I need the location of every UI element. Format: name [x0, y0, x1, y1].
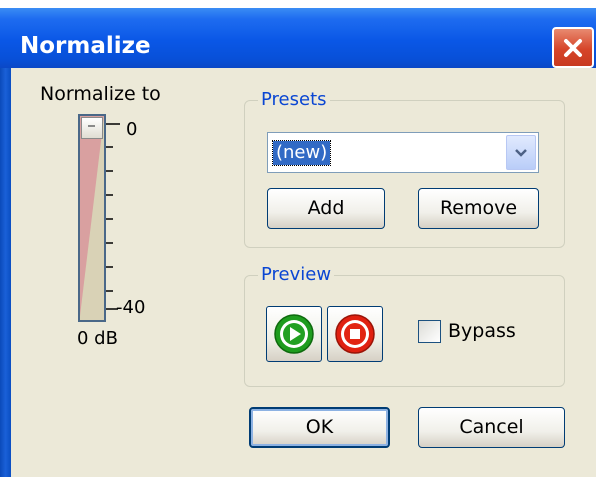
cancel-button[interactable]: Cancel [418, 407, 565, 448]
add-preset-button[interactable]: Add [267, 188, 385, 229]
normalize-to-label: Normalize to [40, 83, 161, 105]
slider-top-label: 0 [126, 119, 138, 140]
stop-button[interactable] [327, 306, 383, 362]
dialog-body: Normalize to 0 -40 0 dB Presets (new) Ad… [11, 68, 596, 477]
slider-bottom-label: -40 [116, 297, 146, 318]
remove-preset-button[interactable]: Remove [418, 188, 539, 229]
level-slider-thumb[interactable] [81, 117, 103, 139]
stop-icon [335, 314, 375, 354]
level-slider-track[interactable] [78, 114, 106, 322]
window-border [0, 68, 11, 477]
chevron-down-icon [515, 148, 527, 157]
presets-caption: Presets [258, 89, 330, 111]
ok-button[interactable]: OK [249, 407, 390, 448]
close-button[interactable] [552, 27, 594, 68]
slider-value-label: 0 dB [77, 328, 118, 349]
title-bar[interactable]: Normalize [0, 8, 596, 68]
window-title: Normalize [20, 33, 151, 59]
preview-caption: Preview [258, 264, 335, 286]
play-button[interactable] [266, 306, 322, 362]
level-fill [80, 116, 104, 316]
preset-combobox[interactable]: (new) [267, 132, 539, 173]
slider-ticks [106, 123, 120, 310]
thumb-grip [88, 125, 95, 127]
close-icon [564, 38, 582, 57]
preset-selected-value: (new) [271, 140, 332, 166]
preset-dropdown-button[interactable] [506, 135, 536, 170]
play-icon [274, 314, 314, 354]
normalize-dialog: Normalize Normalize to 0 -40 0 dB Preset… [0, 0, 596, 477]
bypass-checkbox[interactable] [418, 320, 441, 343]
bypass-label[interactable]: Bypass [448, 320, 516, 342]
